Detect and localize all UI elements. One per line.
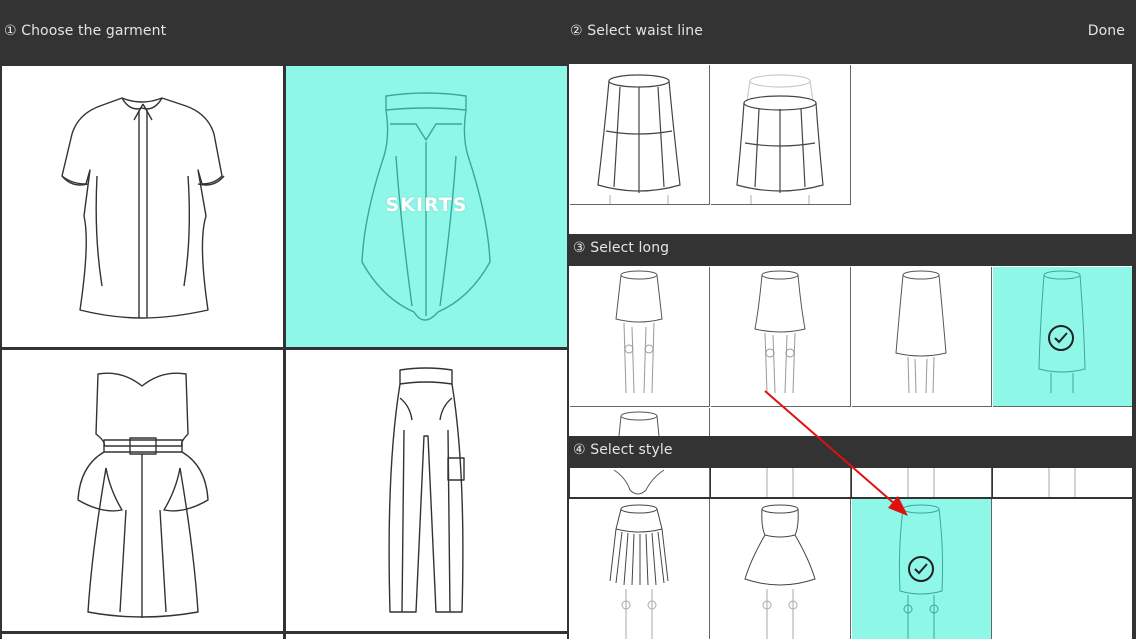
long-option-maxi[interactable] — [993, 267, 1132, 407]
skirts-label: SKIRTS — [385, 194, 468, 216]
style-option-fringe[interactable] — [570, 499, 710, 639]
step3-title: ③ Select long — [573, 240, 670, 256]
step4-title: ④ Select style — [573, 442, 673, 458]
garment-more-2[interactable] — [286, 634, 567, 639]
style-header: ④ Select style — [569, 436, 1136, 468]
a-line-skirt-icon — [744, 504, 816, 639]
style-row-peek-2[interactable] — [711, 468, 851, 497]
garment-pants[interactable] — [286, 350, 567, 631]
waist-option-high[interactable] — [570, 65, 710, 205]
long-option-knee[interactable] — [852, 267, 992, 407]
legs-peek-icon-4 — [1048, 468, 1076, 497]
garment-dress[interactable] — [2, 350, 283, 631]
style-peek-icon-1 — [613, 469, 665, 495]
waist-low-skirt-icon — [736, 74, 824, 204]
style-option-pencil[interactable] — [852, 499, 992, 639]
check-icon — [908, 556, 934, 582]
dress-icon — [77, 372, 209, 618]
garment-more-1[interactable] — [2, 634, 283, 639]
waist-high-skirt-icon — [597, 74, 681, 204]
fringe-skirt-icon — [609, 504, 669, 639]
extra-length-icon — [618, 411, 660, 436]
garment-skirts[interactable]: SKIRTS — [286, 66, 567, 347]
header-left: ① Choose the garment — [0, 0, 566, 64]
long-option-mini[interactable] — [570, 267, 710, 407]
above-knee-length-icon — [754, 270, 806, 394]
long-header: ③ Select long — [569, 234, 1136, 266]
waist-option-low[interactable] — [711, 65, 851, 205]
step1-title: ① Choose the garment — [4, 23, 167, 39]
legs-peek-icon-3 — [907, 468, 935, 497]
style-option-a-line[interactable] — [711, 499, 851, 639]
check-icon — [1048, 325, 1074, 351]
long-option-above-knee[interactable] — [711, 267, 851, 407]
done-button[interactable]: Done — [1088, 23, 1125, 39]
pants-icon — [388, 367, 465, 613]
legs-peek-icon-2 — [766, 468, 794, 497]
style-row-peek-1[interactable] — [570, 468, 710, 497]
header-right: ② Select waist line Done — [566, 0, 1136, 64]
garment-blouse[interactable] — [2, 66, 283, 347]
style-row-peek-3[interactable] — [852, 468, 992, 497]
style-row-peek-4[interactable] — [993, 468, 1132, 497]
mini-length-icon — [615, 270, 663, 394]
long-option-extra[interactable] — [570, 408, 710, 436]
blouse-icon — [61, 97, 225, 319]
knee-length-icon — [895, 270, 947, 394]
step2-title: ② Select waist line — [570, 23, 703, 39]
